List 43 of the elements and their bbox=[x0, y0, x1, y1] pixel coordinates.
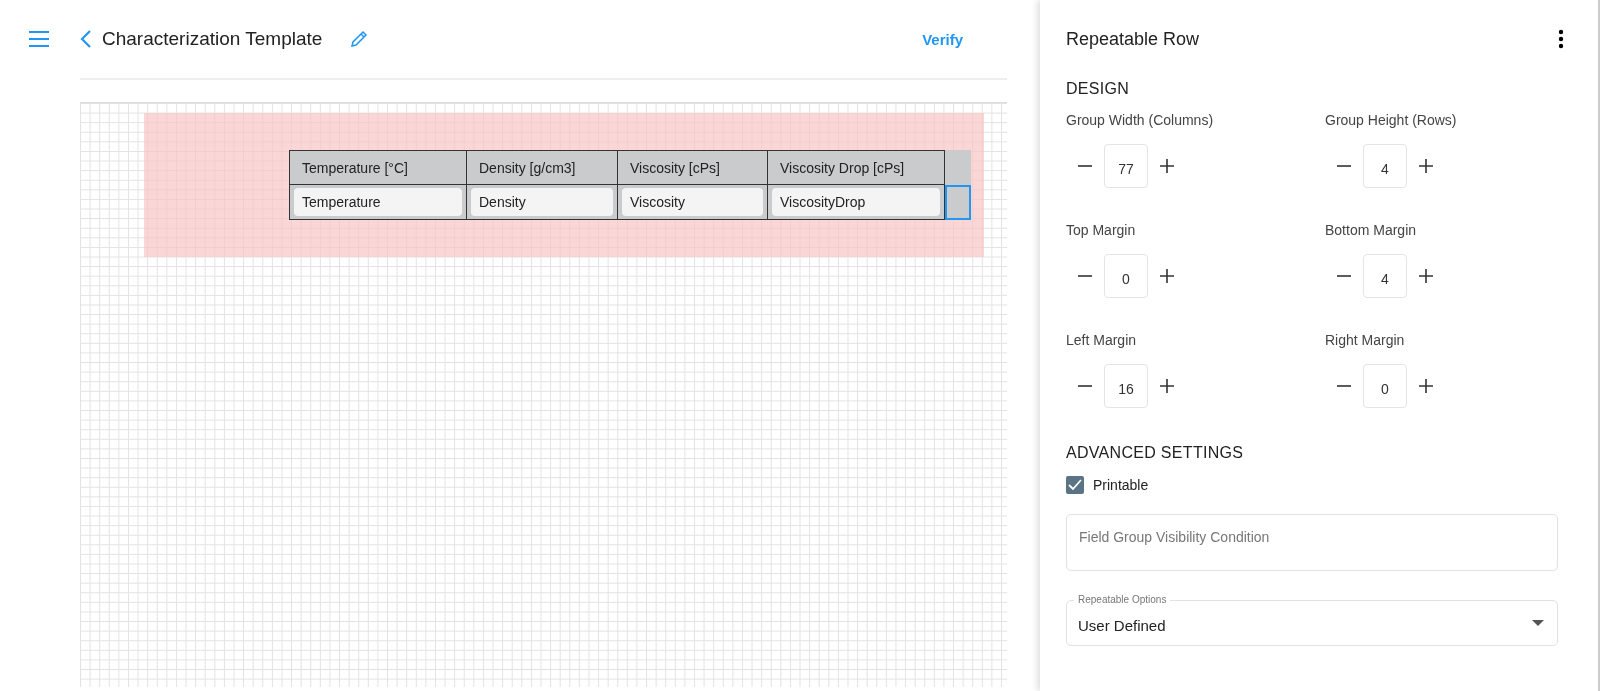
extra-column bbox=[945, 150, 971, 185]
field-label: Left Margin bbox=[1066, 332, 1138, 348]
plus-icon[interactable] bbox=[1160, 379, 1174, 393]
plus-icon[interactable] bbox=[1160, 269, 1174, 283]
table-field[interactable]: Temperature bbox=[294, 188, 462, 216]
plus-icon[interactable] bbox=[1419, 159, 1433, 173]
field-label: Top Margin bbox=[1066, 222, 1137, 238]
number-field[interactable]: 4 bbox=[1363, 144, 1407, 188]
plus-icon[interactable] bbox=[1160, 159, 1174, 173]
more-icon[interactable] bbox=[1558, 29, 1564, 49]
section-heading: DESIGN bbox=[1066, 80, 1131, 98]
back-icon[interactable] bbox=[80, 29, 92, 49]
repeatable-row-region[interactable]: Temperature [°C] Density [g/cm3] Viscosity [cPs] Viscosity Drop [cPs] Temperature Density Viscosity ViscosityDrop bbox=[144, 113, 984, 257]
number-field[interactable]: 16 bbox=[1104, 364, 1148, 408]
table-field[interactable]: ViscosityDrop bbox=[772, 188, 940, 216]
table-field[interactable]: Viscosity bbox=[622, 188, 763, 216]
menu-icon[interactable] bbox=[28, 30, 50, 48]
panel-title: Repeatable Row bbox=[1066, 28, 1200, 50]
field-label: Right Margin bbox=[1325, 332, 1406, 348]
number-field[interactable]: 0 bbox=[1104, 254, 1148, 298]
plus-icon[interactable] bbox=[1419, 269, 1433, 283]
condition-field[interactable]: Field Group Visibility Condition bbox=[1066, 514, 1558, 571]
page-title: Characterization Template bbox=[102, 28, 323, 50]
section-heading: ADVANCED SETTINGS bbox=[1066, 444, 1245, 462]
column-header: Temperature [°C] bbox=[289, 150, 466, 185]
pencil-icon[interactable] bbox=[350, 30, 369, 48]
field-label: Group Height (Rows) bbox=[1325, 112, 1458, 128]
table-field[interactable]: Density bbox=[471, 188, 613, 216]
checkbox-label: Printable bbox=[1093, 477, 1149, 493]
column-header: Density [g/cm3] bbox=[466, 150, 617, 185]
dropdown[interactable]: Repeatable Options User Defined bbox=[1066, 593, 1558, 646]
column-header: Viscosity Drop [cPs] bbox=[767, 150, 945, 185]
dropdown-label: Repeatable Options bbox=[1074, 593, 1171, 607]
number-field[interactable]: 77 bbox=[1104, 144, 1148, 188]
field-label: Bottom Margin bbox=[1325, 222, 1418, 238]
number-field[interactable]: 4 bbox=[1363, 254, 1407, 298]
dropdown-value: User Defined bbox=[1078, 617, 1166, 634]
column-header: Viscosity [cPs] bbox=[617, 150, 767, 185]
number-field[interactable]: 0 bbox=[1363, 364, 1407, 408]
checkbox[interactable] bbox=[1066, 476, 1084, 494]
field-label: Group Width (Columns) bbox=[1066, 112, 1215, 128]
plus-icon[interactable] bbox=[1419, 379, 1433, 393]
caret-icon bbox=[1532, 620, 1544, 626]
